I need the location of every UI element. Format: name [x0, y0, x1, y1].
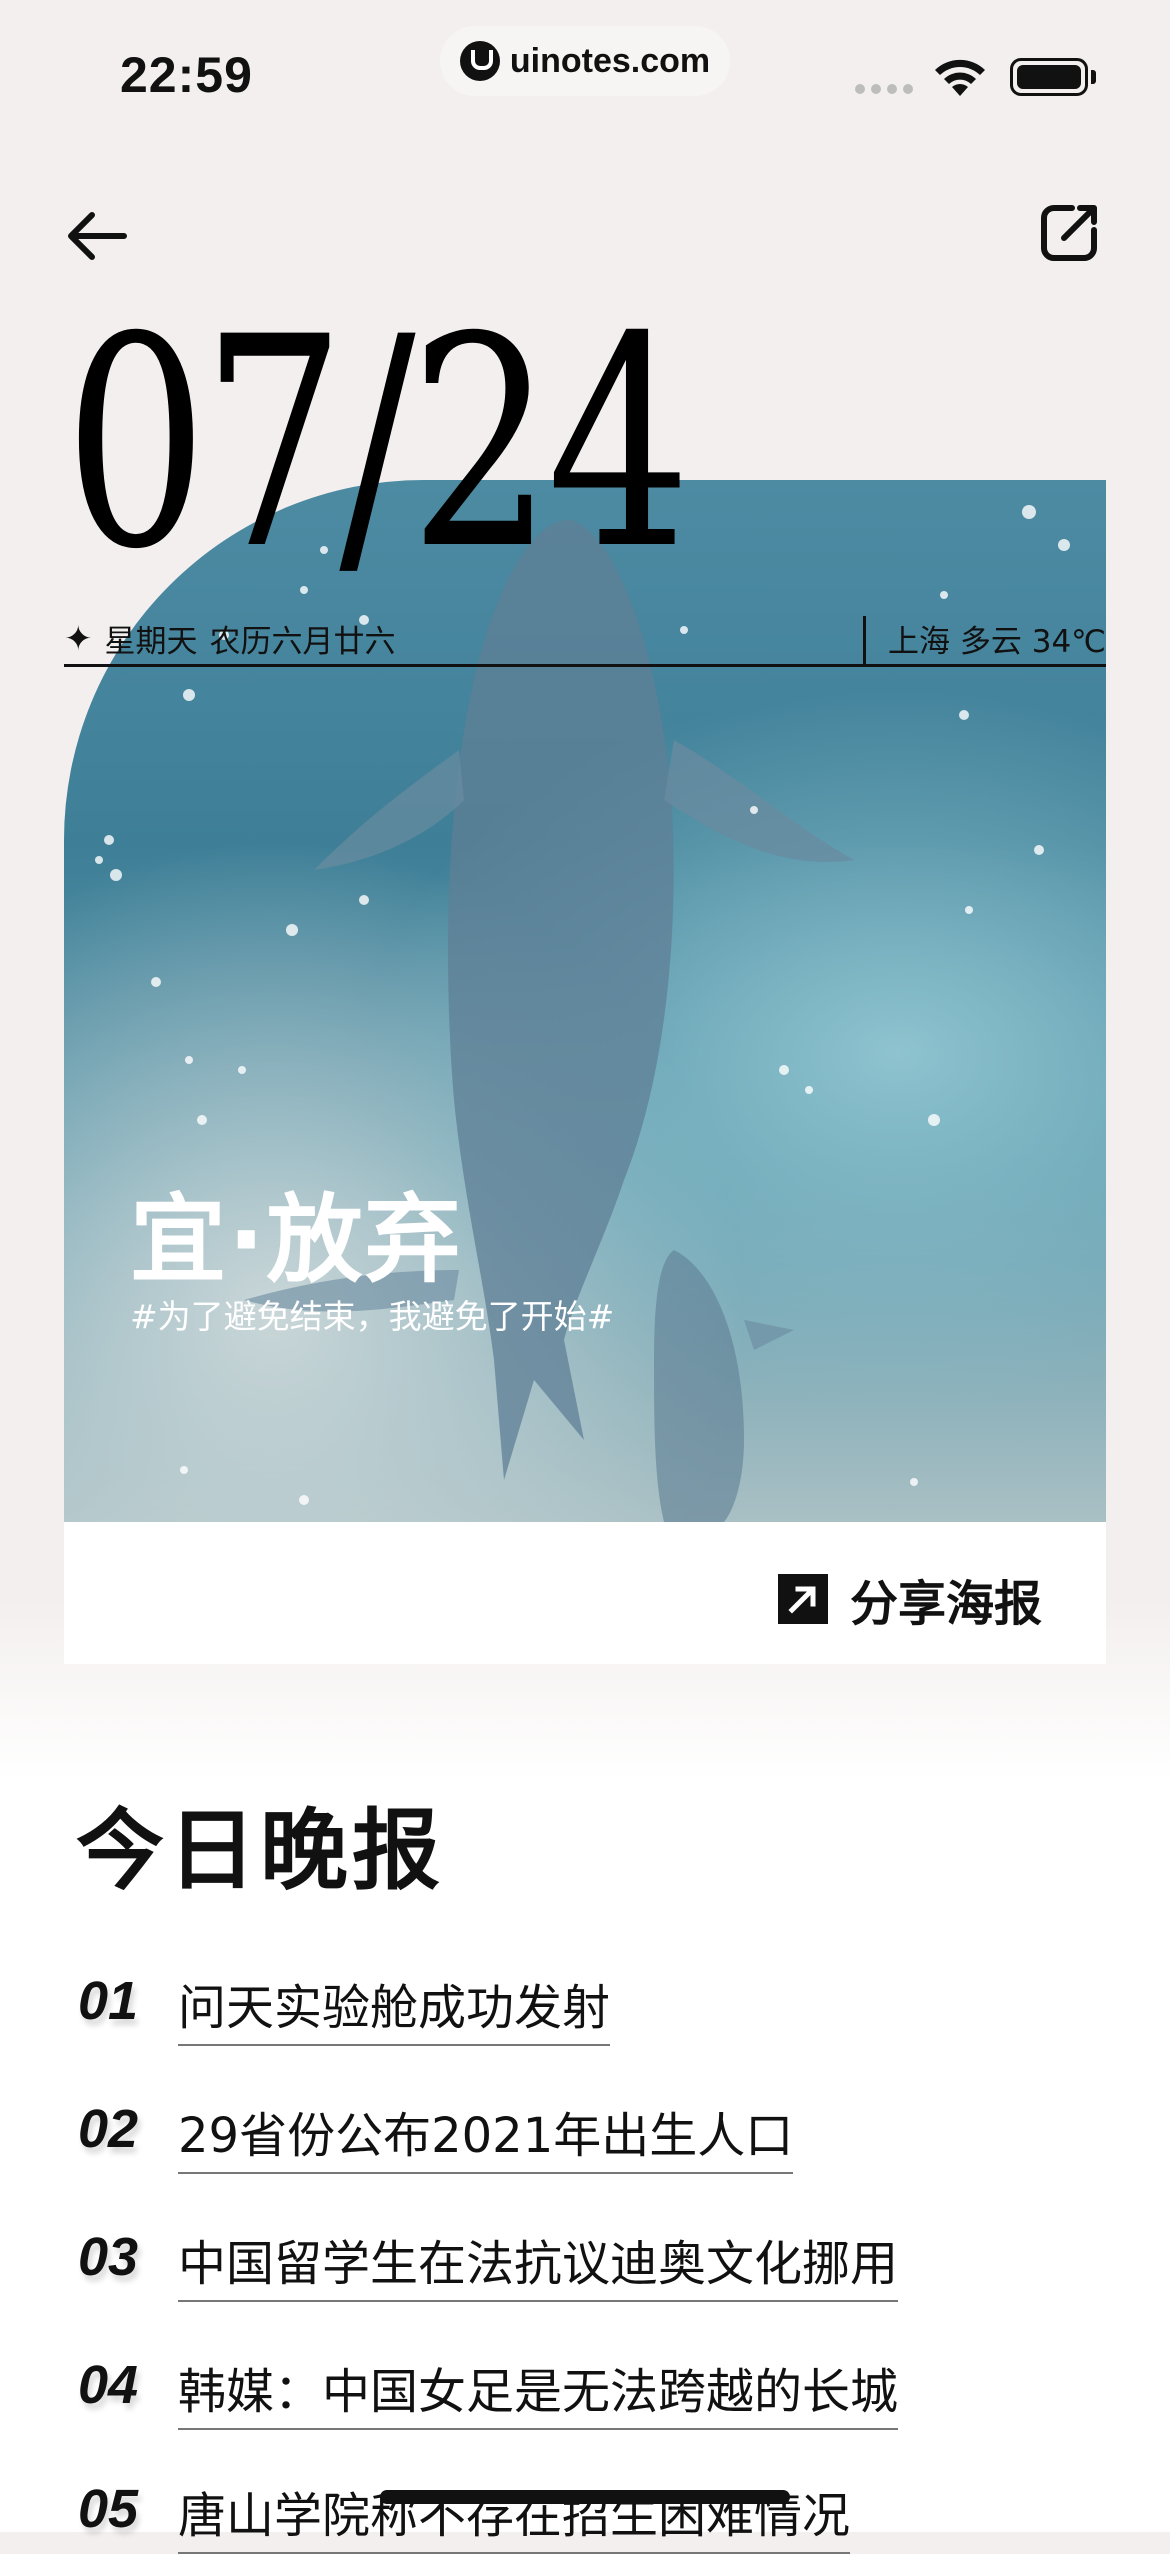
share-label: 分享海报 — [849, 1576, 1042, 1632]
share-arrow-icon — [777, 1574, 828, 1624]
news-number: 04 — [78, 2355, 139, 2415]
site-logo-icon — [459, 41, 500, 81]
weather-info: 上海 多云 34℃ — [863, 616, 1106, 664]
news-number: 03 — [78, 2227, 139, 2287]
weekday: 星期天 — [104, 624, 198, 660]
news-item[interactable]: 04 韩媒：中国女足是无法跨越的长城 — [78, 2352, 899, 2430]
yi-text: 宜·放弃 — [130, 1184, 463, 1296]
date-info-row: ✦ 星期天 农历六月廿六 上海 多云 34℃ — [64, 614, 1106, 667]
status-time: 22:59 — [120, 47, 253, 103]
arrow-left-icon[interactable] — [62, 200, 134, 272]
section-title: 今日晚报 — [76, 1799, 445, 1902]
news-item[interactable]: 03 中国留学生在法抗议迪奥文化挪用 — [78, 2224, 899, 2302]
temperature: 34℃ — [1031, 624, 1106, 660]
edit-square-icon[interactable] — [1036, 200, 1102, 266]
battery-cap — [1091, 70, 1096, 84]
share-bar: 分享海报 — [64, 1522, 1106, 1664]
city: 上海 — [888, 624, 951, 660]
lunar-date: 农历六月廿六 — [209, 624, 396, 660]
share-poster-button[interactable]: 分享海报 — [777, 1564, 1042, 1634]
news-title[interactable]: 29省份公布2021年出生人口 — [178, 2096, 794, 2174]
news-title[interactable]: 韩媒：中国女足是无法跨越的长城 — [178, 2352, 899, 2430]
url-text: uinotes.com — [509, 41, 711, 80]
sparkle-icon: ✦ — [64, 618, 93, 659]
big-date: 07/24 — [64, 276, 691, 613]
news-number: 05 — [78, 2479, 139, 2539]
news-item[interactable]: 01 问天实验舱成功发射 — [78, 1968, 611, 2046]
wifi-icon — [935, 59, 985, 96]
news-number: 01 — [78, 1971, 139, 2031]
url-pill[interactable]: uinotes.com — [440, 26, 730, 96]
news-item[interactable]: 02 29省份公布2021年出生人口 — [78, 2096, 794, 2174]
weather: 多云 — [959, 624, 1022, 660]
battery-icon — [1010, 58, 1088, 96]
news-title[interactable]: 中国留学生在法抗议迪奥文化挪用 — [178, 2224, 899, 2302]
cellular-signal-icon — [855, 84, 913, 94]
quote-text: #为了避免结束，我避免了开始# — [130, 1297, 615, 1336]
news-title[interactable]: 问天实验舱成功发射 — [178, 1968, 611, 2046]
news-number: 02 — [78, 2099, 139, 2159]
home-indicator[interactable] — [380, 2490, 790, 2504]
news-title[interactable]: 唐山学院称不存在招生困难情况 — [178, 2476, 851, 2554]
